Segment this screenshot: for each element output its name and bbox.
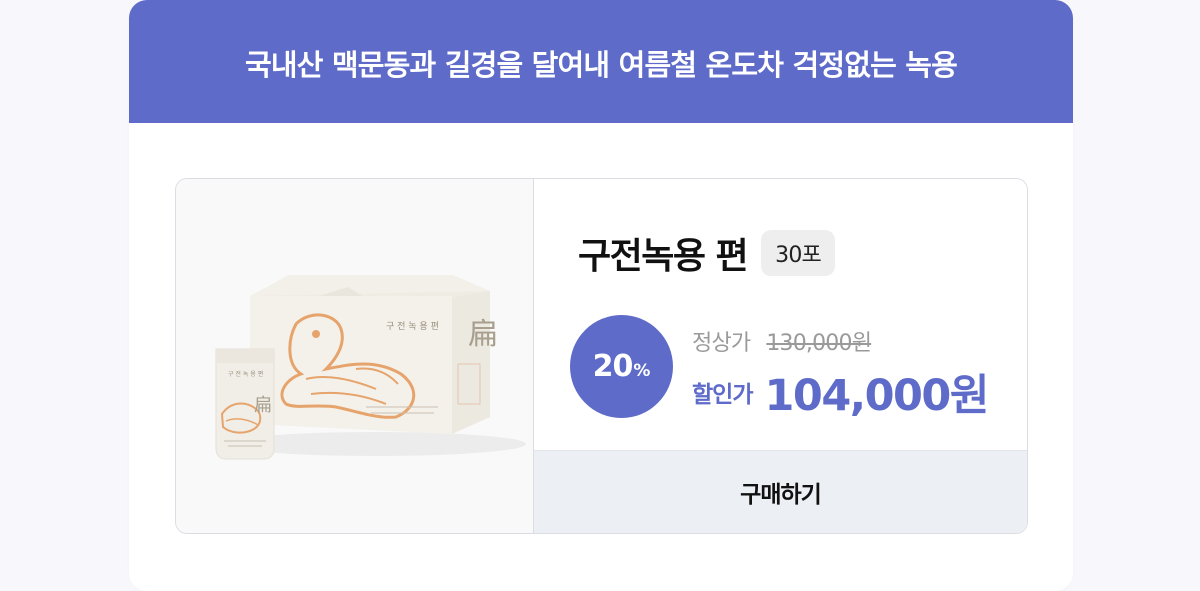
original-price-row: 정상가 130,000원: [692, 325, 872, 357]
product-image[interactable]: 구 전 녹 용 편 扁 구 전 녹 용 편 扁: [176, 179, 534, 533]
product-title-row: 구전녹용 편 30포: [578, 227, 835, 279]
product-name: 구전녹용 편: [578, 236, 749, 277]
product-info: 구전녹용 편 30포 20 % 정상가 130,000원 할인가 104,000…: [534, 179, 1027, 533]
pouch-char-text: 扁: [254, 395, 272, 416]
product-box: 구 전 녹 용 편 扁 구 전 녹 용 편 扁 구전녹용 편 30포 20 % …: [175, 178, 1028, 534]
buy-button[interactable]: 구매하기: [534, 450, 1027, 533]
discount-percent-sign: %: [633, 360, 651, 381]
pack-count-badge: 30포: [761, 230, 835, 276]
discount-percent-number: 20: [592, 349, 634, 384]
product-package-illustration: 구 전 녹 용 편 扁 구 전 녹 용 편 扁: [215, 275, 526, 460]
sale-price: 104,000원: [764, 371, 989, 421]
product-card: 국내산 맥문동과 길경을 달여내 여름철 온도차 걱정없는 녹용 구 전 녹 용…: [129, 0, 1073, 591]
original-price-label: 정상가: [692, 331, 751, 356]
sale-price-row: 할인가 104,000원: [692, 361, 989, 423]
sale-price-label: 할인가: [692, 382, 753, 408]
box-char-text: 扁: [468, 317, 498, 352]
box-title-text: 구 전 녹 용 편: [386, 320, 439, 332]
pouch-title-text: 구 전 녹 용 편: [228, 370, 263, 378]
discount-badge: 20 %: [570, 315, 673, 418]
promo-banner: 국내산 맥문동과 길경을 달여내 여름철 온도차 걱정없는 녹용: [129, 0, 1073, 123]
original-price: 130,000원: [766, 331, 872, 356]
promo-banner-text: 국내산 맥문동과 길경을 달여내 여름철 온도차 걱정없는 녹용: [244, 47, 958, 82]
